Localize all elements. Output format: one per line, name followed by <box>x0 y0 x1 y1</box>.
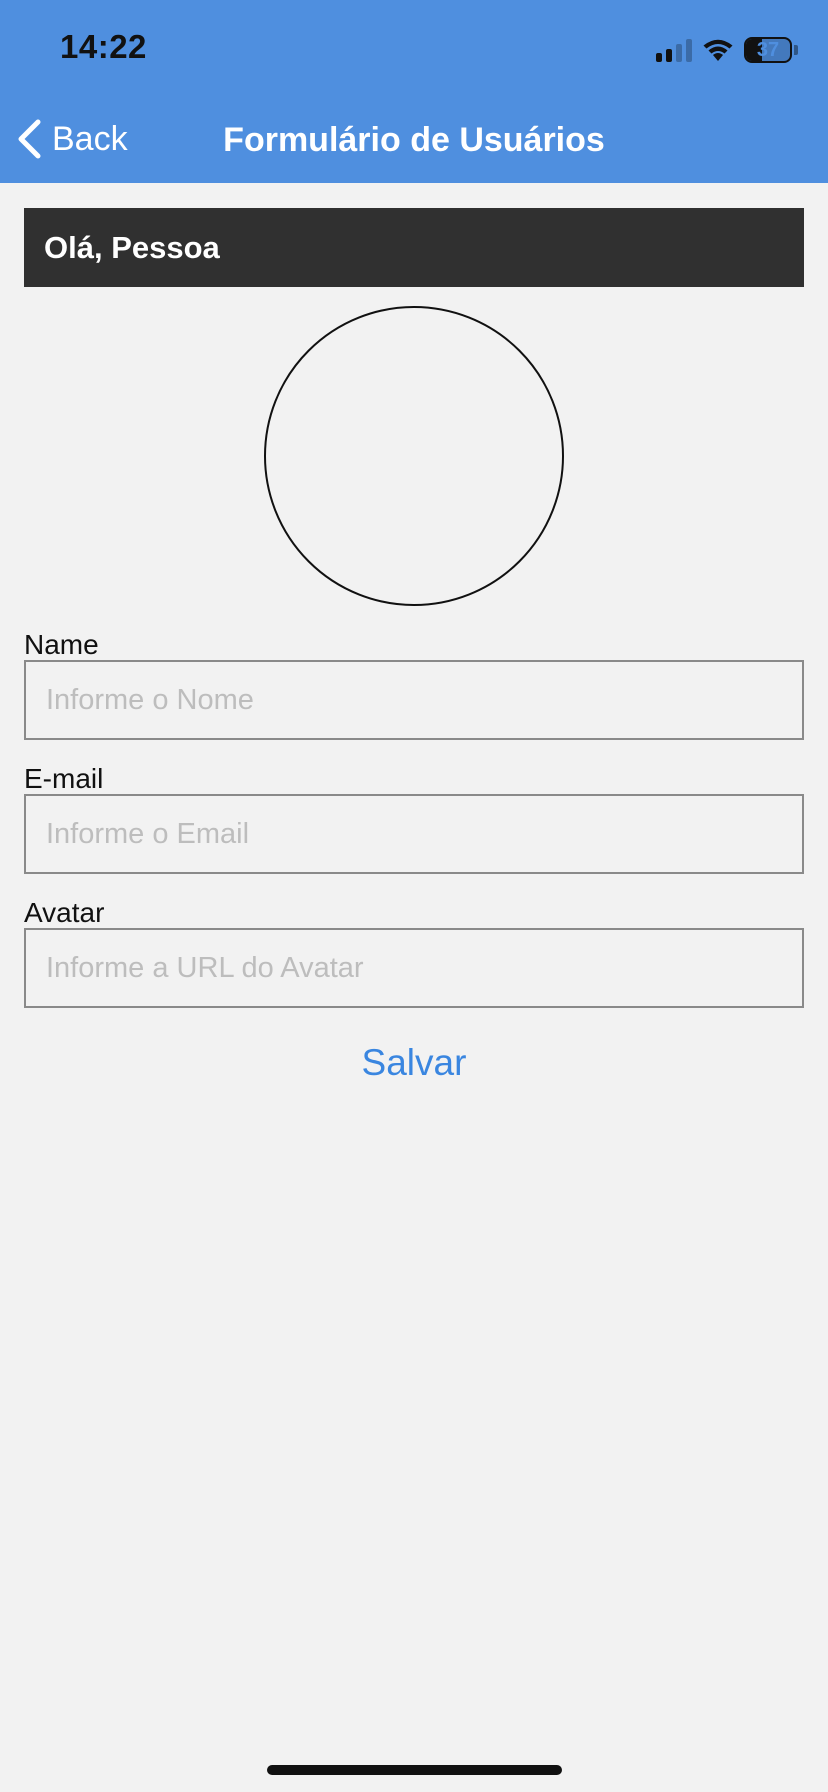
cellular-signal-icon <box>656 38 692 62</box>
status-bar-icons: 37 <box>656 34 798 66</box>
save-button[interactable]: Salvar <box>0 1042 828 1084</box>
name-input[interactable] <box>24 660 804 740</box>
greeting-banner: Olá, Pessoa <box>24 208 804 287</box>
navigation-header: 14:22 37 Back Formulário de Usuários <box>0 0 828 183</box>
page-title: Formulário de Usuários <box>223 121 605 159</box>
wifi-icon <box>703 39 733 61</box>
email-label: E-mail <box>24 763 104 794</box>
avatar-placeholder <box>264 306 564 606</box>
battery-nub <box>794 45 798 55</box>
home-indicator <box>267 1765 562 1775</box>
name-label: Name <box>24 629 99 660</box>
status-bar-time: 14:22 <box>60 28 147 65</box>
battery-icon: 37 <box>744 37 792 63</box>
email-input[interactable] <box>24 794 804 874</box>
avatar-url-input[interactable] <box>24 928 804 1008</box>
greeting-text: Olá, Pessoa <box>44 229 220 265</box>
battery-level: 37 <box>756 39 780 61</box>
avatar-label: Avatar <box>24 897 105 928</box>
